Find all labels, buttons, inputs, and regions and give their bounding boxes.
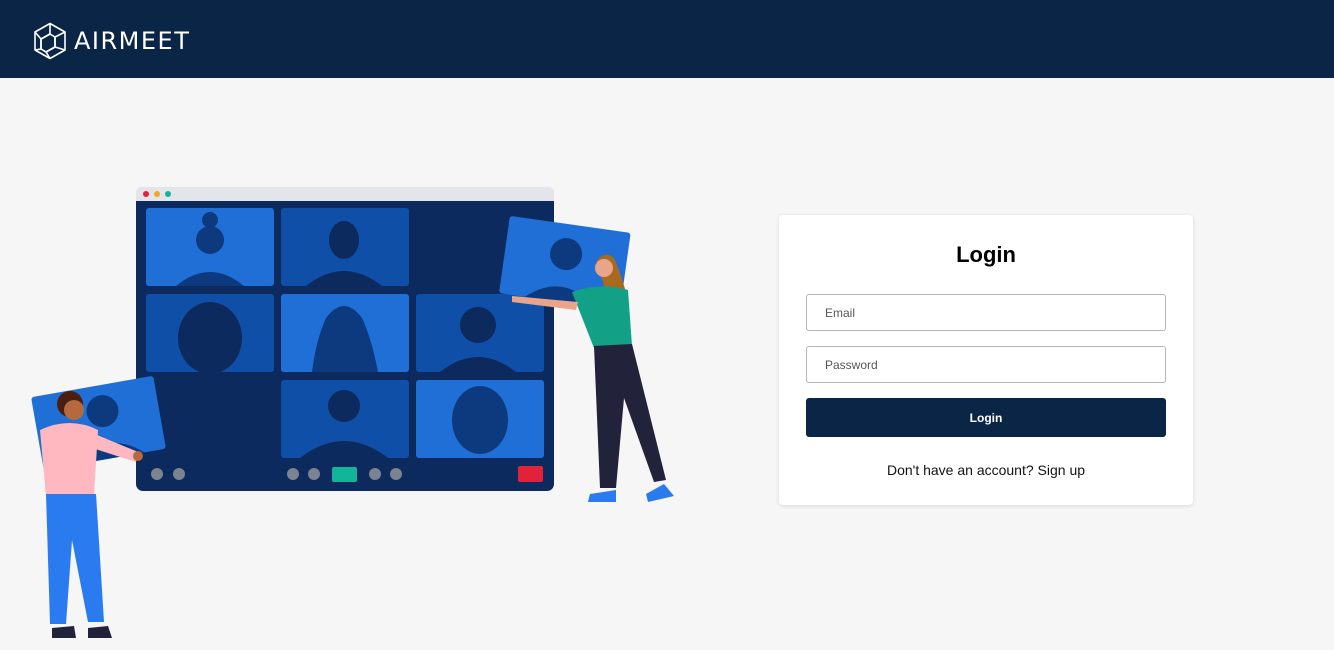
email-input[interactable]: [806, 294, 1166, 331]
top-navbar: AIRMEET: [0, 0, 1334, 78]
signup-prompt-line: Don't have an account? Sign up: [779, 462, 1193, 478]
control-button: [151, 468, 163, 480]
share-button: [332, 467, 357, 482]
end-call-button: [518, 466, 543, 482]
window-close-dot: [143, 191, 149, 197]
video-tile: [281, 294, 409, 372]
login-title: Login: [956, 242, 1016, 267]
login-button[interactable]: Login: [806, 398, 1166, 437]
video-tile: [281, 208, 409, 286]
signup-link[interactable]: Sign up: [1038, 462, 1085, 478]
control-button: [287, 468, 299, 480]
airmeet-logo[interactable]: AIRMEET: [33, 22, 190, 60]
video-tile: [416, 380, 544, 458]
window-min-dot: [154, 191, 160, 197]
brand-name: AIRMEET: [74, 27, 191, 55]
airmeet-hexagon-icon: [34, 22, 66, 60]
control-button: [173, 468, 185, 480]
video-tile: [146, 208, 274, 286]
video-tile: [416, 294, 544, 372]
control-button: [308, 468, 320, 480]
control-button: [369, 468, 381, 480]
password-input[interactable]: [806, 346, 1166, 383]
video-conference-illustration: [31, 187, 674, 638]
video-tile: [146, 294, 274, 374]
login-card: Login Login Don't have an account? Sign …: [779, 215, 1193, 505]
signup-prompt-text: Don't have an account?: [886, 462, 1034, 478]
window-max-dot: [165, 191, 171, 197]
video-tile: [281, 380, 409, 458]
control-button: [390, 468, 402, 480]
